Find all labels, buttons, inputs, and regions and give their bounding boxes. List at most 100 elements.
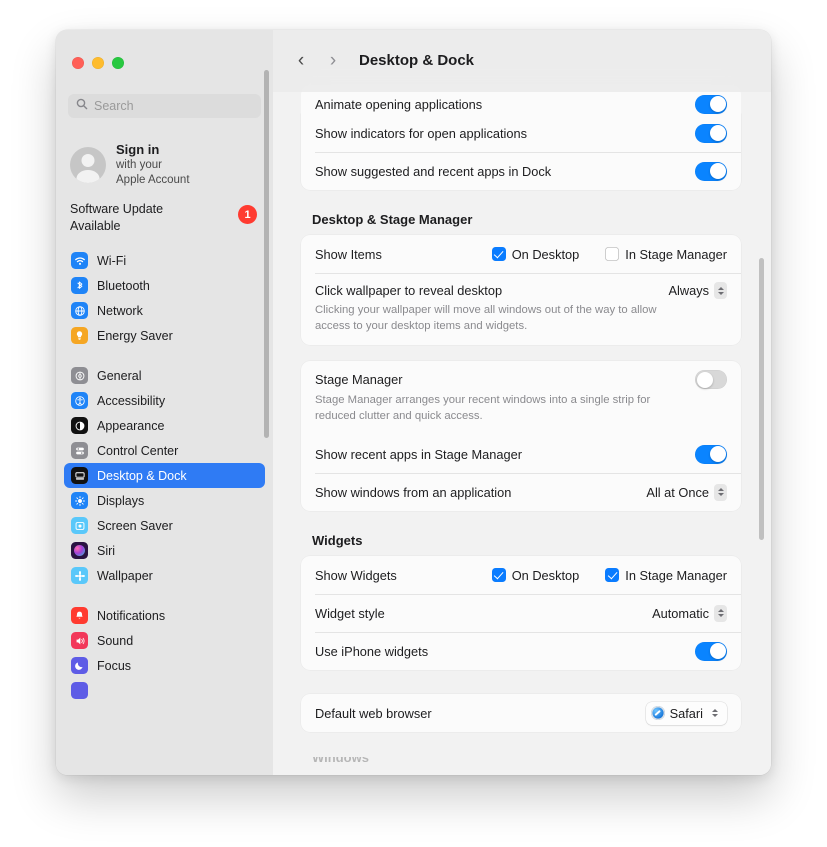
sidebar-item-general[interactable]: General [64,363,265,388]
search-input[interactable]: Search [68,94,261,118]
zoom-window-button[interactable] [112,57,124,69]
sidebar-label: Desktop & Dock [97,468,187,483]
row-show-recent-apps-in-stage-manager[interactable]: Show recent apps in Stage Manager [301,435,741,473]
row-show-windows-from-an-application[interactable]: Show windows from an application All at … [301,473,741,511]
row-use-iphone-widgets[interactable]: Use iPhone widgets [301,632,741,670]
popup-value: Safari [669,705,703,721]
row-stage-manager[interactable]: Stage Manager Stage Manager arranges you… [301,361,741,435]
sidebar-label: Appearance [97,418,165,433]
sidebar-label: Displays [97,493,145,508]
row-show-items[interactable]: Show Items On Desktop In Stage Manager [301,235,741,273]
popup-value: Automatic [652,605,709,621]
sidebar-item-bluetooth[interactable]: Bluetooth [64,273,265,298]
row-label: Widget style [315,605,385,621]
accessibility-icon [71,392,88,409]
sidebar-label: Siri [97,543,116,558]
checkbox-show-widgets-in-stage-manager[interactable]: In Stage Manager [605,568,727,583]
checkbox-box[interactable] [605,247,620,261]
person-avatar-icon [70,146,106,183]
sidebar-item-screen-saver[interactable]: Screen Saver [64,513,265,538]
checkbox-box[interactable] [491,247,506,261]
row-click-wallpaper-to-reveal-desktop[interactable]: Click wallpaper to reveal desktop Always… [301,273,741,345]
sidebar-item-siri[interactable]: Siri [64,538,265,563]
sidebar-item-notifications[interactable]: Notifications [64,603,265,628]
section-title-widgets: Widgets [312,533,363,549]
row-label: Default web browser [315,705,432,721]
row-label: Show Widgets [315,567,397,583]
toggle-show-indicators[interactable] [695,123,727,143]
sidebar-label: Control Center [97,443,179,458]
row-label: Show windows from an application [315,484,512,500]
toggle-show-recent-apps[interactable] [695,444,727,464]
minimize-window-button[interactable] [92,57,104,69]
sidebar-scrollbar[interactable] [264,70,269,438]
toggle-show-suggested-apps[interactable] [695,161,727,181]
sidebar-item-software-update[interactable]: Software Update Available 1 [56,191,273,242]
close-window-button[interactable] [72,57,84,69]
sidebar-item-partial[interactable] [64,678,265,703]
card-widgets: Show Widgets On Desktop In Stage Manager [301,556,741,671]
sidebar-label: Network [97,303,143,318]
sidebar-item-focus[interactable]: Focus [64,653,265,678]
clipped-section-title: Windows [312,757,369,765]
sidebar-item-appearance[interactable]: Appearance [64,413,265,438]
siri-icon [71,542,88,559]
wallpaper-icon [71,567,88,584]
sidebar-item-wallpaper[interactable]: Wallpaper [64,563,265,588]
row-show-indicators-for-open-applications[interactable]: Show indicators for open applications [301,114,741,152]
checkbox-box[interactable] [491,568,506,583]
toggle-use-iphone-widgets[interactable] [695,641,727,661]
sidebar-item-desktop-and-dock[interactable]: Desktop & Dock [64,463,265,488]
toggle-stage-manager[interactable] [695,370,727,390]
sidebar-item-sound[interactable]: Sound [64,628,265,653]
checkbox-label: On Desktop [511,567,580,583]
section-title-desktop-stage-manager: Desktop & Stage Manager [312,212,473,227]
sidebar-group-system: General Accessibility Appearance Control… [56,357,273,588]
toggle-animate-opening-applications[interactable] [695,94,727,114]
bell-icon [71,607,88,624]
row-label: Animate opening applications [315,96,483,112]
popup-widget-style[interactable]: Automatic [652,604,727,622]
card-desktop-stage-manager-2: Stage Manager Stage Manager arranges you… [301,361,741,512]
sidebar-label: Energy Saver [97,328,173,343]
sidebar-label: Bluetooth [97,278,150,293]
row-label: Use iPhone widgets [315,643,429,659]
chevron-updown-icon [714,604,727,622]
checkbox-show-widgets-on-desktop[interactable]: On Desktop [491,567,580,583]
main-scrollbar[interactable] [759,258,764,540]
system-settings-window: Search Sign in with your Apple Account S… [56,30,771,775]
row-description: Stage Manager arranges your recent windo… [315,394,651,423]
desktop-dock-icon [71,467,88,484]
detail-pane: Animate opening applications ‹ › Desktop… [273,30,771,775]
popup-show-windows-from-application[interactable]: All at Once [646,483,727,501]
sidebar-item-control-center[interactable]: Control Center [64,438,265,463]
moon-icon [71,657,88,674]
checkbox-show-items-in-stage-manager[interactable]: In Stage Manager [605,247,727,262]
row-widget-style[interactable]: Widget style Automatic [301,594,741,632]
row-default-web-browser[interactable]: Default web browser Safari [301,694,741,732]
row-label: Show suggested and recent apps in Dock [315,163,552,179]
popup-default-web-browser[interactable]: Safari [645,701,727,725]
checkbox-show-items-on-desktop[interactable]: On Desktop [491,246,580,262]
back-button[interactable]: ‹ [287,47,315,75]
row-show-widgets[interactable]: Show Widgets On Desktop In Stage Manager [301,556,741,594]
sidebar-item-wi-fi[interactable]: Wi-Fi [64,248,265,273]
checkbox-label: On Desktop [511,246,580,262]
screen-time-icon [71,682,88,699]
card-desktop-stage-manager-1: Show Items On Desktop In Stage Manager C… [301,235,741,346]
sidebar-item-displays[interactable]: Displays [64,488,265,513]
row-label: Show indicators for open applications [315,125,527,141]
sidebar-item-network[interactable]: Network [64,298,265,323]
sidebar-label: Wi-Fi [97,253,127,268]
apple-account-signin[interactable]: Sign in with your Apple Account [56,130,273,191]
sidebar-label: Notifications [97,608,166,623]
row-show-suggested-and-recent-apps-in-dock[interactable]: Show suggested and recent apps in Dock [301,152,741,190]
software-update-badge: 1 [238,205,257,224]
checkbox-box[interactable] [605,568,620,583]
forward-button[interactable]: › [319,47,347,75]
sidebar-item-accessibility[interactable]: Accessibility [64,388,265,413]
popup-click-wallpaper[interactable]: Always [668,282,727,299]
sidebar-label: Sound [97,633,134,648]
lightbulb-icon [71,327,88,344]
sidebar-item-energy-saver[interactable]: Energy Saver [64,323,265,348]
